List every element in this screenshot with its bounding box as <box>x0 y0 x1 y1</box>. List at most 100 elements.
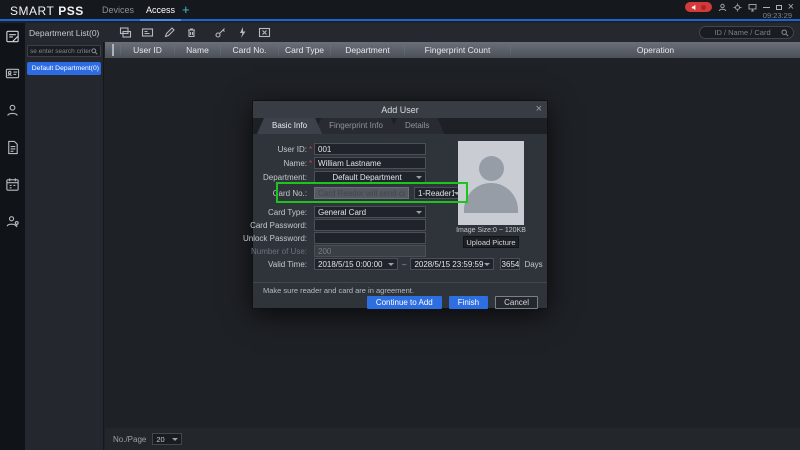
unlock-password-label: Unlock Password: <box>263 234 307 243</box>
new-tab-button[interactable]: + <box>176 0 196 21</box>
dialog-divider <box>253 282 547 283</box>
select-all-checkbox[interactable] <box>105 45 121 55</box>
name-label: Name: <box>263 159 307 168</box>
tab-fingerprint-info[interactable]: Fingerprint Info <box>314 118 398 134</box>
settings-gear-icon[interactable] <box>733 2 742 12</box>
module-sidebar <box>0 23 25 450</box>
smartpss-window: SMARTPSS Devices Access + × 09:23:29 <box>0 0 800 450</box>
column-header-card-no[interactable]: Card No. <box>221 45 279 55</box>
cancel-button[interactable]: Cancel <box>495 296 538 309</box>
toolbar-group-card <box>214 26 271 39</box>
dropdown-arrow-icon <box>416 211 422 214</box>
batch-issue-button[interactable] <box>236 26 249 39</box>
unlock-password-field[interactable] <box>314 232 426 244</box>
name-field[interactable] <box>314 157 426 169</box>
user-id-field[interactable] <box>314 143 426 155</box>
range-dash: – <box>402 260 406 269</box>
dropdown-arrow-icon <box>416 176 422 179</box>
valid-time-label: Valid Time: <box>263 260 307 269</box>
key-button[interactable] <box>214 26 227 39</box>
add-button[interactable] <box>119 26 132 39</box>
required-marker: * <box>307 145 314 154</box>
card-password-label: Card Password: <box>263 221 307 230</box>
per-page-label: No./Page <box>113 435 146 444</box>
edit-button[interactable] <box>163 26 176 39</box>
department-panel-title: Department List(0) <box>29 28 99 38</box>
days-label: Days <box>524 260 542 269</box>
photo-placeholder <box>458 141 524 225</box>
speaker-icon <box>691 4 698 11</box>
user-permission-icon[interactable] <box>0 209 25 234</box>
card-type-label: Card Type: <box>263 208 307 217</box>
finish-button[interactable]: Finish <box>449 296 488 309</box>
reader-select[interactable]: 1-Reader1 <box>414 187 464 199</box>
alarm-badge[interactable] <box>685 2 712 12</box>
card-no-label: Card No.: <box>263 189 307 198</box>
column-header-card-type[interactable]: Card Type <box>279 45 331 55</box>
avatar-silhouette-body <box>464 183 518 213</box>
issue-card-button[interactable] <box>141 26 154 39</box>
dropdown-arrow-icon <box>388 263 394 266</box>
card-type-select[interactable]: General Card <box>314 206 426 218</box>
user-id-label: User ID: <box>263 145 307 154</box>
valid-from-select[interactable]: 2018/5/15 0:00:00 <box>314 258 398 270</box>
card-password-row: Card Password: <box>263 219 426 231</box>
number-of-use-label: Number of Use: <box>263 247 307 256</box>
app-logo-smart: SMART <box>10 4 54 18</box>
days-field[interactable] <box>500 258 520 270</box>
column-header-operation[interactable]: Operation <box>511 45 800 55</box>
department-tree-label: Default Department(0) <box>32 65 99 72</box>
toolbar-group-edit <box>119 26 198 39</box>
number-of-use-row: Number of Use: <box>263 245 426 257</box>
column-header-user-id[interactable]: User ID <box>121 45 175 55</box>
required-marker: * <box>307 159 314 168</box>
continue-to-add-button[interactable]: Continue to Add <box>367 296 442 309</box>
user-icon[interactable] <box>0 98 25 123</box>
upload-picture-button[interactable]: Upload Picture <box>463 236 519 248</box>
global-search-box <box>699 26 794 39</box>
export-button[interactable] <box>258 26 271 39</box>
dialog-buttons: Continue to Add Finish Cancel <box>367 296 538 309</box>
department-select[interactable]: Default Department <box>314 171 426 183</box>
search-icon <box>91 48 98 55</box>
card-no-field[interactable] <box>314 187 409 199</box>
tab-devices[interactable]: Devices <box>96 0 140 21</box>
dialog-tabs: Basic Info Fingerprint Info Details <box>253 118 547 134</box>
avatar-silhouette-head <box>479 156 504 181</box>
access-toolbar: Department List(0) <box>25 23 800 42</box>
image-size-hint: Image Size:0 ~ 120KB <box>443 227 539 234</box>
app-logo: SMART PSS <box>10 4 84 18</box>
valid-to-select[interactable]: 2028/5/15 23:59:59 <box>410 258 494 270</box>
table-header-row: User ID Name Card No. Card Type Departme… <box>105 42 800 58</box>
per-page-select[interactable]: 20 <box>152 433 182 445</box>
calendar-icon[interactable] <box>0 172 25 197</box>
tab-details[interactable]: Details <box>390 118 444 134</box>
network-monitor-icon[interactable] <box>748 2 757 12</box>
number-of-use-field <box>314 245 426 257</box>
unlock-password-row: Unlock Password: <box>263 232 426 244</box>
id-card-icon[interactable] <box>0 61 25 86</box>
department-icon <box>29 65 30 72</box>
department-panel: Default Department(0) <box>25 42 104 450</box>
global-search-input[interactable] <box>704 28 781 37</box>
column-header-fingerprint-count[interactable]: Fingerprint Count <box>405 45 511 55</box>
search-icon[interactable] <box>781 29 789 37</box>
column-header-department[interactable]: Department <box>331 45 405 55</box>
column-header-name[interactable]: Name <box>175 45 221 55</box>
console-icon[interactable] <box>0 24 25 49</box>
tab-access[interactable]: Access <box>140 0 181 21</box>
log-icon[interactable] <box>0 135 25 160</box>
department-tree-item[interactable]: Default Department(0) <box>27 62 101 75</box>
delete-button[interactable] <box>185 26 198 39</box>
card-no-row: Card No.: 1-Reader1 <box>263 187 464 199</box>
dropdown-arrow-icon <box>484 263 490 266</box>
card-password-field[interactable] <box>314 219 426 231</box>
department-search-input[interactable] <box>30 48 91 55</box>
alarm-dot-icon <box>701 5 706 10</box>
dialog-close-icon[interactable]: × <box>536 103 542 116</box>
tab-basic-info[interactable]: Basic Info <box>257 118 322 134</box>
app-logo-pss: PSS <box>58 4 84 18</box>
pagination-footer: No./Page 20 <box>105 428 800 450</box>
dialog-note: Make sure reader and card are in agreeme… <box>263 286 414 295</box>
user-account-icon[interactable] <box>718 2 727 12</box>
